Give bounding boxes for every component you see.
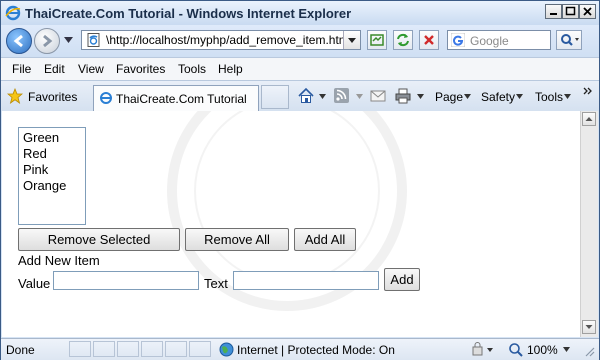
maximize-button[interactable] xyxy=(562,4,579,19)
minimize-icon xyxy=(550,13,557,15)
status-panel xyxy=(165,341,187,357)
scroll-up-arrow-icon xyxy=(585,117,593,121)
status-text: Done xyxy=(6,343,35,357)
safety-menu[interactable]: Safety xyxy=(481,90,515,104)
zoom-dropdown-icon[interactable] xyxy=(563,347,570,352)
scroll-up-button[interactable] xyxy=(582,112,596,126)
add-new-item-heading: Add New Item xyxy=(18,253,100,268)
chevron-more-icon[interactable] xyxy=(583,86,593,96)
mail-icon[interactable] xyxy=(369,87,387,105)
menu-file[interactable]: File xyxy=(12,62,31,76)
back-arrow-icon xyxy=(13,34,23,48)
list-option-red[interactable]: Red xyxy=(23,146,81,162)
list-option-orange[interactable]: Orange xyxy=(23,178,81,194)
status-panel xyxy=(69,341,91,357)
watermark-seal xyxy=(167,111,407,311)
home-icon[interactable] xyxy=(297,87,315,105)
list-option-pink[interactable]: Pink xyxy=(23,162,81,178)
resize-grip-icon[interactable] xyxy=(583,345,595,357)
address-url[interactable]: \http://localhost/myphp/add_remove_item.… xyxy=(106,33,351,47)
status-panel xyxy=(93,341,115,357)
security-zone[interactable]: Internet | Protected Mode: On xyxy=(237,343,395,357)
print-icon[interactable] xyxy=(394,87,412,105)
value-input[interactable] xyxy=(53,271,199,290)
favorites-star-icon[interactable] xyxy=(7,88,23,104)
scroll-down-button[interactable] xyxy=(582,320,596,334)
menu-bar: File Edit View Favorites Tools Help xyxy=(1,57,599,80)
favorites-bar: Favorites ThaiCreate.Com Tutorial Page S… xyxy=(1,80,599,111)
protected-mode-icon[interactable] xyxy=(471,342,497,357)
recent-pages-dropdown[interactable] xyxy=(64,37,73,43)
window-title: ThaiCreate.Com Tutorial - Windows Intern… xyxy=(25,6,352,21)
minimize-button[interactable] xyxy=(545,4,562,19)
maximize-icon xyxy=(565,6,576,16)
back-button[interactable] xyxy=(6,28,32,54)
add-button[interactable]: Add xyxy=(384,268,420,291)
tab-page-icon xyxy=(100,92,112,104)
home-dropdown-icon[interactable] xyxy=(319,94,326,99)
menu-favorites[interactable]: Favorites xyxy=(116,62,165,76)
forward-button[interactable] xyxy=(34,28,60,54)
status-panel xyxy=(117,341,139,357)
status-panel xyxy=(189,341,211,357)
navigation-bar: \http://localhost/myphp/add_remove_item.… xyxy=(1,25,599,57)
value-label: Value xyxy=(18,276,51,291)
google-logo-icon xyxy=(451,33,465,47)
page-icon xyxy=(87,33,100,47)
close-icon xyxy=(583,7,592,16)
menu-view[interactable]: View xyxy=(78,62,104,76)
tab-active[interactable]: ThaiCreate.Com Tutorial xyxy=(93,85,259,111)
remove-all-button[interactable]: Remove All xyxy=(185,228,289,251)
tools-dropdown-icon[interactable] xyxy=(564,94,571,99)
search-input[interactable]: Google xyxy=(447,30,551,50)
ie-logo-icon xyxy=(5,5,21,21)
refresh-button[interactable] xyxy=(393,30,413,50)
feeds-dropdown-icon[interactable] xyxy=(356,94,363,99)
page-menu[interactable]: Page xyxy=(435,90,463,104)
favorites-button[interactable]: Favorites xyxy=(28,90,77,104)
stop-icon xyxy=(424,35,434,45)
menu-help[interactable]: Help xyxy=(218,62,243,76)
text-input[interactable] xyxy=(233,271,379,290)
safety-dropdown-icon[interactable] xyxy=(516,94,523,99)
add-all-button[interactable]: Add All xyxy=(294,228,356,251)
item-listbox[interactable]: Green Red Pink Orange xyxy=(18,127,86,225)
address-dropdown-button[interactable] xyxy=(343,31,360,49)
search-button[interactable] xyxy=(556,30,582,50)
address-bar[interactable]: \http://localhost/myphp/add_remove_item.… xyxy=(81,30,361,50)
status-panel xyxy=(141,341,163,357)
tools-menu[interactable]: Tools xyxy=(535,90,563,104)
text-label: Text xyxy=(204,276,228,291)
title-bar: ThaiCreate.Com Tutorial - Windows Intern… xyxy=(1,1,599,25)
print-dropdown-icon[interactable] xyxy=(417,94,424,99)
list-option-green[interactable]: Green xyxy=(23,130,81,146)
chevron-down-icon xyxy=(348,38,356,43)
browser-window: ThaiCreate.Com Tutorial - Windows Intern… xyxy=(0,0,600,360)
feeds-icon[interactable] xyxy=(333,87,351,105)
zoom-level[interactable]: 100% xyxy=(527,343,558,357)
menu-edit[interactable]: Edit xyxy=(44,62,65,76)
scroll-down-arrow-icon xyxy=(585,325,593,329)
compatibility-view-button[interactable] xyxy=(367,30,387,50)
search-icon xyxy=(561,34,579,46)
status-bar: Done Internet | Protected Mode: On 100% xyxy=(1,338,599,360)
page-content: Green Red Pink Orange Remove Selected Re… xyxy=(2,111,580,337)
forward-arrow-icon xyxy=(43,34,53,48)
internet-globe-icon xyxy=(219,342,234,357)
vertical-scrollbar[interactable] xyxy=(580,111,598,337)
search-placeholder: Google xyxy=(470,34,509,48)
zoom-icon[interactable] xyxy=(508,342,524,357)
menu-tools[interactable]: Tools xyxy=(178,62,206,76)
tab-title: ThaiCreate.Com Tutorial xyxy=(116,92,247,106)
new-tab-button[interactable] xyxy=(261,85,289,109)
refresh-icon xyxy=(397,33,409,47)
stop-button[interactable] xyxy=(419,30,439,50)
page-dropdown-icon[interactable] xyxy=(464,94,471,99)
remove-selected-button[interactable]: Remove Selected xyxy=(18,228,180,251)
compatibility-view-icon xyxy=(370,34,384,46)
close-button[interactable] xyxy=(579,4,596,19)
